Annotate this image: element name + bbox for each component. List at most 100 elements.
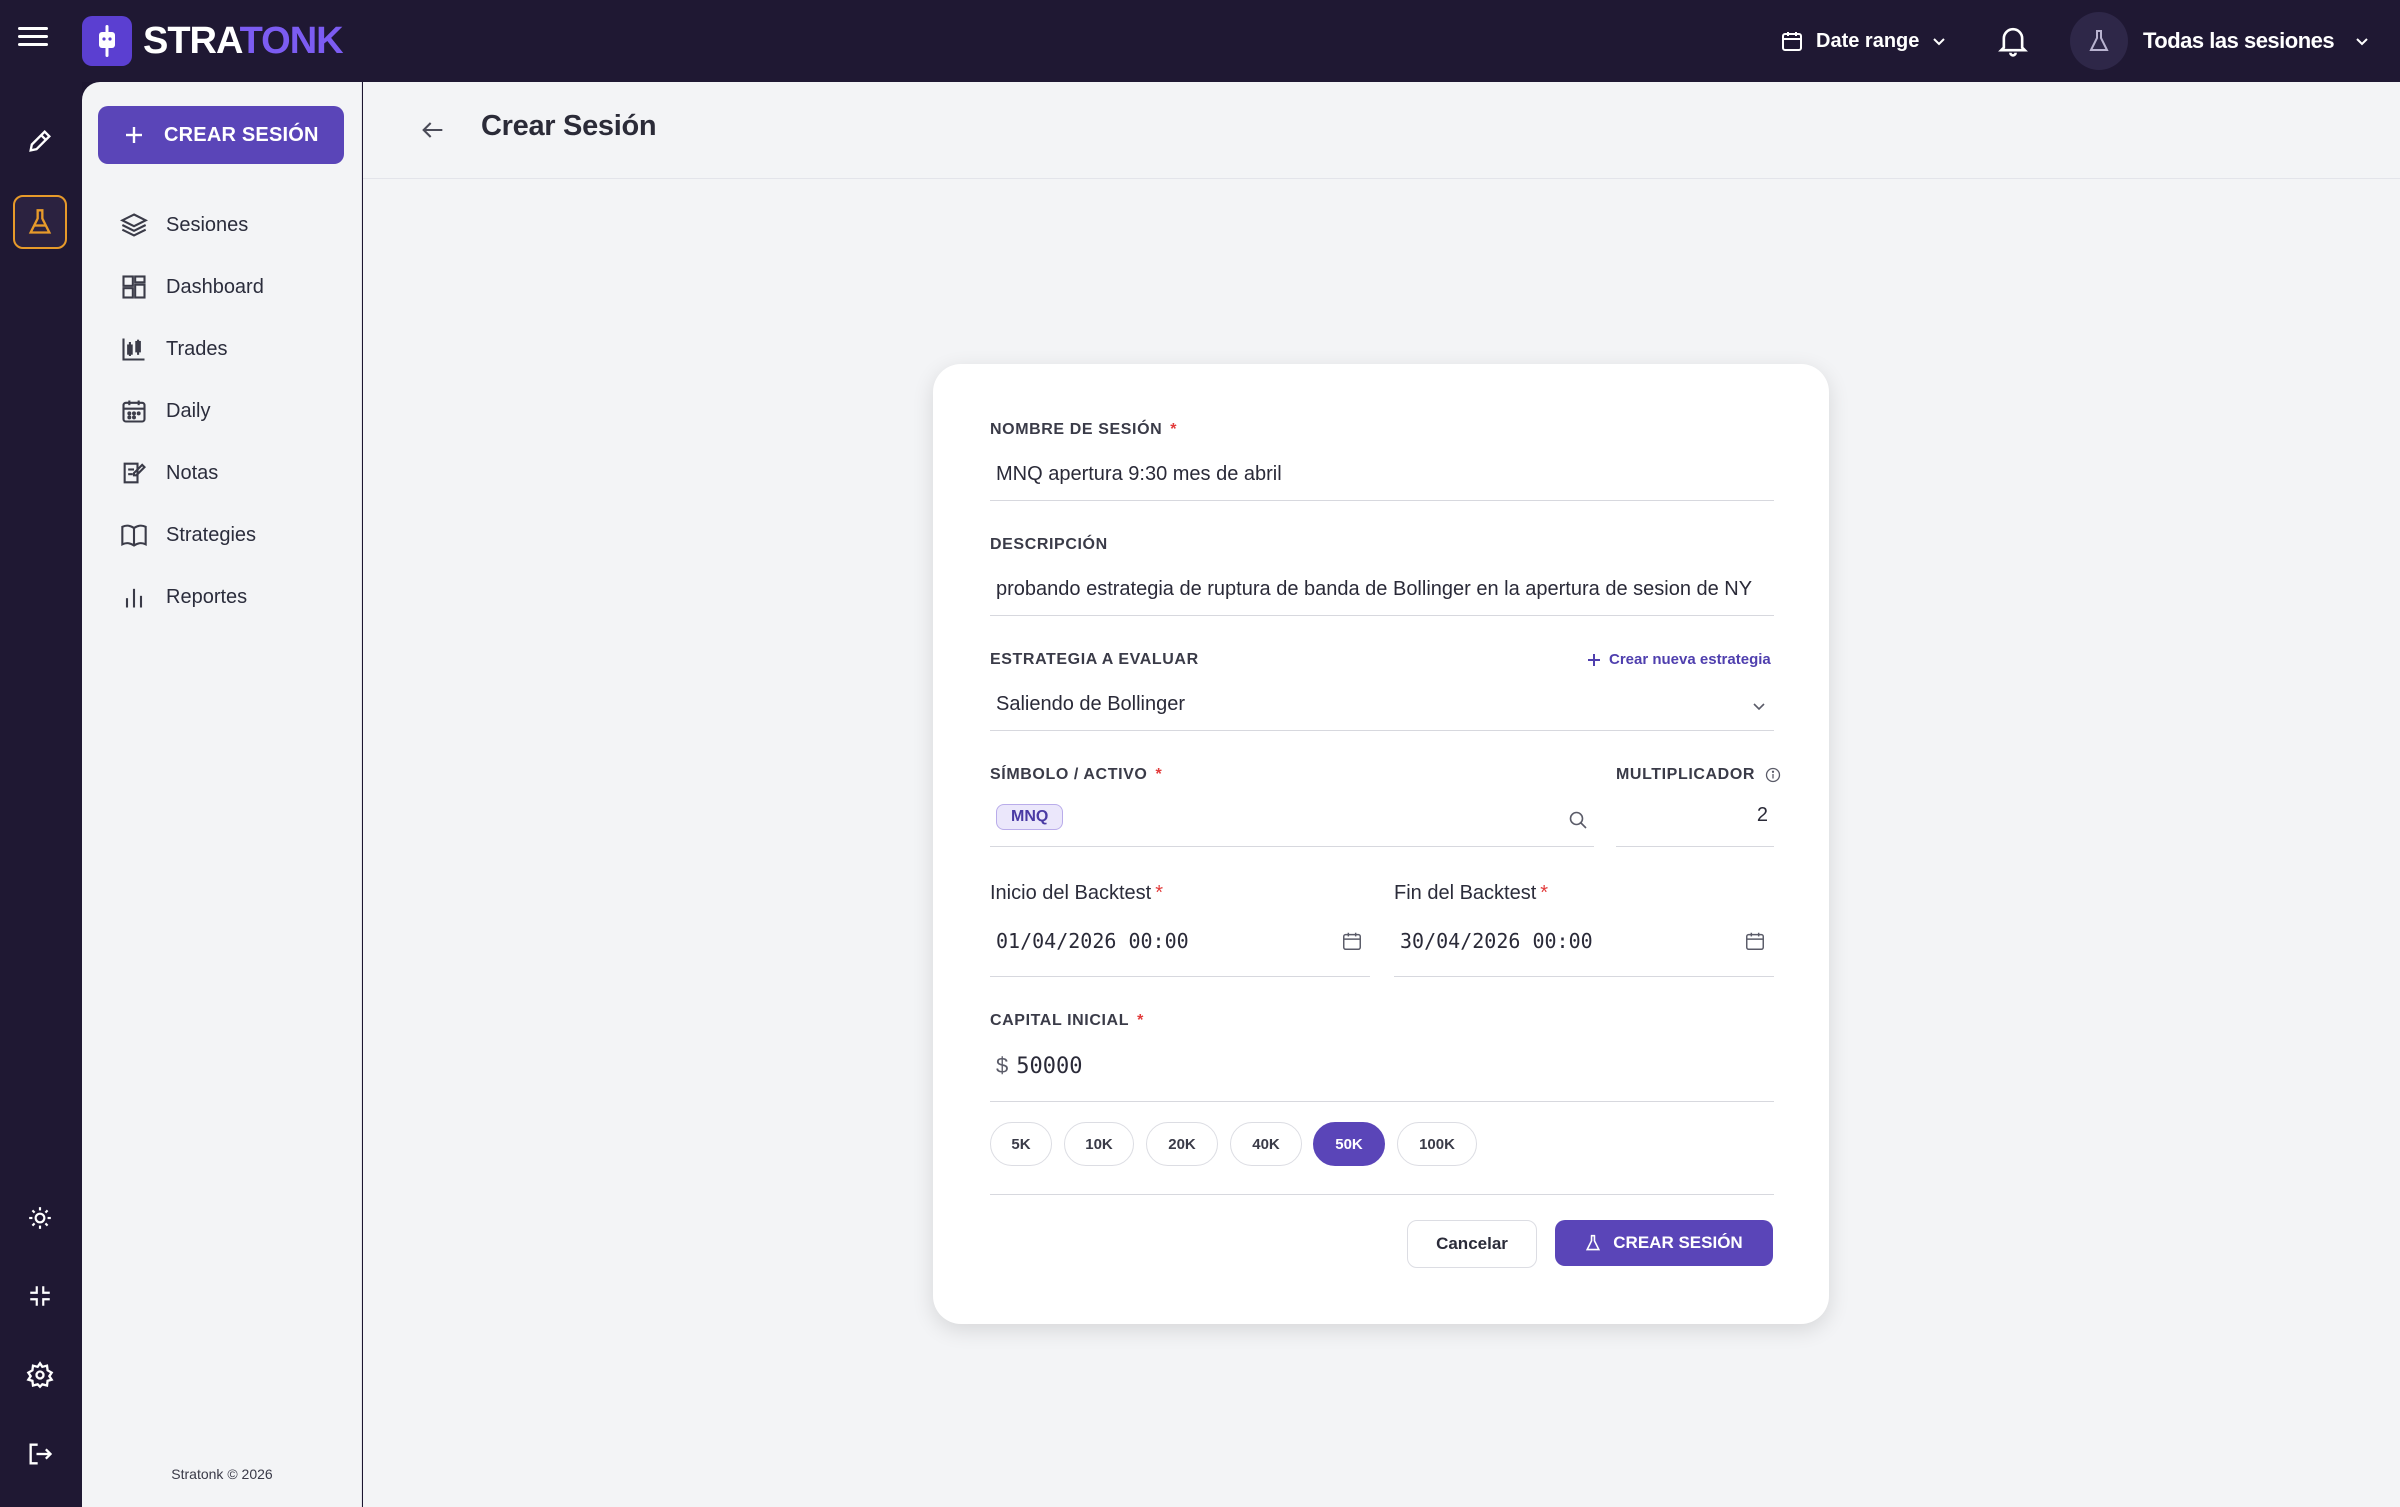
info-icon[interactable] <box>1765 767 1781 783</box>
sidebar-item-notas[interactable]: Notas <box>120 442 264 504</box>
start-date-label: Inicio del Backtest * <box>990 882 1163 904</box>
sidebar-item-trades[interactable]: Trades <box>120 318 264 380</box>
session-selector-label: Todas las sesiones <box>2143 28 2335 53</box>
flask-icon <box>1586 1234 1601 1251</box>
symbol-input[interactable]: MNQ <box>996 804 1064 830</box>
sidebar-item-label: Notas <box>166 461 219 484</box>
multiplier-underline <box>1616 846 1774 847</box>
capital-value: 50000 <box>1016 1054 1083 1079</box>
symbol-label: SÍMBOLO / ACTIVO * <box>990 766 1163 783</box>
create-session-submit-button[interactable]: CREAR SESIÓN <box>1555 1220 1773 1266</box>
avatar[interactable] <box>2070 12 2128 70</box>
capital-presets: 5K 10K 20K 40K 50K 100K <box>990 1122 1774 1168</box>
capital-label: CAPITAL INICIAL * <box>990 1012 1144 1029</box>
description-label: DESCRIPCIÓN <box>990 536 1108 553</box>
capital-input[interactable]: $ 50000 <box>996 1053 1082 1079</box>
search-icon[interactable] <box>1568 810 1588 830</box>
calendar-icon <box>122 400 146 423</box>
date-range-button[interactable]: Date range <box>1780 24 1947 58</box>
strategy-label: ESTRATEGIA A EVALUAR <box>990 651 1199 668</box>
sidebar-item-reportes[interactable]: Reportes <box>120 566 264 628</box>
preset-chip-selected[interactable]: 50K <box>1313 1122 1385 1166</box>
book-icon <box>121 524 147 547</box>
page-title: Crear Sesión <box>481 110 657 142</box>
preset-chip[interactable]: 5K <box>990 1122 1052 1166</box>
sidebar-item-daily[interactable]: Daily <box>120 380 264 442</box>
sidebar-item-sesiones[interactable]: Sesiones <box>120 194 264 256</box>
journal-edit-icon[interactable] <box>13 114 67 168</box>
currency-symbol: $ <box>996 1053 1009 1078</box>
dashboard-icon <box>122 275 146 299</box>
description-underline <box>990 615 1774 616</box>
sun-icon[interactable] <box>13 1191 67 1245</box>
cancel-button[interactable]: Cancelar <box>1407 1220 1537 1268</box>
sidebar-nav: Sesiones Dashboard Trades Daily Notas St… <box>120 194 264 628</box>
logo-icon <box>82 16 132 66</box>
symbol-underline <box>990 846 1594 847</box>
end-date-underline <box>1394 976 1774 977</box>
capital-underline <box>990 1101 1774 1102</box>
create-session-sidebar-button[interactable]: CREAR SESIÓN <box>98 106 344 164</box>
calendar-icon[interactable] <box>1744 930 1766 952</box>
sidebar-item-label: Dashboard <box>166 275 264 298</box>
multiplier-input[interactable]: 2 <box>1616 804 1768 827</box>
create-session-label: CREAR SESIÓN <box>164 123 319 146</box>
top-bar: STRATONK Date range Todas las sesiones <box>0 0 2400 82</box>
sidebar-item-dashboard[interactable]: Dashboard <box>120 256 264 318</box>
session-name-label: NOMBRE DE SESIÓN * <box>990 421 1178 438</box>
description-input[interactable]: probando estrategia de ruptura de banda … <box>996 578 1752 601</box>
candlestick-icon <box>122 338 145 361</box>
preset-chip[interactable]: 100K <box>1397 1122 1477 1166</box>
sidebar-item-label: Trades <box>166 337 228 360</box>
new-strategy-link[interactable]: Crear nueva estrategia <box>1587 651 1771 668</box>
date-range-label: Date range <box>1816 29 1920 52</box>
start-date-underline <box>990 976 1370 977</box>
preset-chip[interactable]: 20K <box>1146 1122 1218 1166</box>
strategy-underline <box>990 730 1774 731</box>
preset-chip[interactable]: 10K <box>1064 1122 1134 1166</box>
chevron-down-icon <box>1933 38 1946 46</box>
form-divider <box>990 1194 1774 1195</box>
bar-chart-icon <box>125 588 143 608</box>
flask-icon <box>2089 30 2109 51</box>
calendar-icon <box>1782 32 1802 51</box>
symbol-tag[interactable]: MNQ <box>996 804 1064 830</box>
back-arrow-icon[interactable] <box>419 116 447 144</box>
notes-icon <box>123 462 146 484</box>
sidebar-item-label: Sesiones <box>166 213 249 236</box>
sidebar-item-label: Reportes <box>166 585 248 608</box>
plus-icon <box>126 127 142 143</box>
settings-gear-icon[interactable] <box>13 1348 67 1402</box>
main-content: Crear Sesión NOMBRE DE SESIÓN * MNQ apert… <box>363 82 2400 1507</box>
plus-icon <box>1588 653 1600 666</box>
chevron-down-icon[interactable] <box>1751 698 1767 714</box>
session-name-input[interactable]: MNQ apertura 9:30 mes de abril <box>996 463 1282 486</box>
session-name-underline <box>990 500 1774 501</box>
sidebar-item-label: Daily <box>166 399 211 422</box>
end-date-label: Fin del Backtest * <box>1394 882 1549 904</box>
preset-chip[interactable]: 40K <box>1230 1122 1302 1166</box>
page-header: Crear Sesión <box>363 82 2400 179</box>
submit-label: CREAR SESIÓN <box>1613 1233 1743 1252</box>
sidebar: CREAR SESIÓN Sesiones Dashboard Trades D… <box>82 82 362 1507</box>
sidebar-item-label: Strategies <box>166 523 257 546</box>
session-selector[interactable]: Todas las sesiones <box>2143 24 2370 58</box>
sidebar-footer: Stratonk © 2026 <box>171 1466 273 1482</box>
notifications-bell-icon[interactable] <box>1997 24 2029 58</box>
chevron-down-icon <box>2356 38 2368 46</box>
logo-text: STRATONK <box>143 20 344 62</box>
logout-icon[interactable] <box>13 1427 67 1481</box>
create-session-form: NOMBRE DE SESIÓN * MNQ apertura 9:30 mes … <box>933 364 1829 1324</box>
icon-rail <box>0 82 82 1507</box>
backtest-flask-icon[interactable] <box>13 195 67 249</box>
strategy-select[interactable]: Saliendo de Bollinger <box>996 693 1185 716</box>
sidebar-item-strategies[interactable]: Strategies <box>120 504 264 566</box>
menu-icon[interactable] <box>18 22 48 58</box>
end-date-input[interactable]: 30/04/2026 00:00 <box>1400 929 1593 953</box>
new-strategy-link-label: Crear nueva estrategia <box>1609 651 1771 668</box>
multiplier-label: MULTIPLICADOR <box>1616 766 1781 784</box>
calendar-icon[interactable] <box>1341 930 1363 952</box>
layers-icon <box>120 213 148 237</box>
start-date-input[interactable]: 01/04/2026 00:00 <box>996 929 1189 953</box>
collapse-icon[interactable] <box>13 1269 67 1323</box>
